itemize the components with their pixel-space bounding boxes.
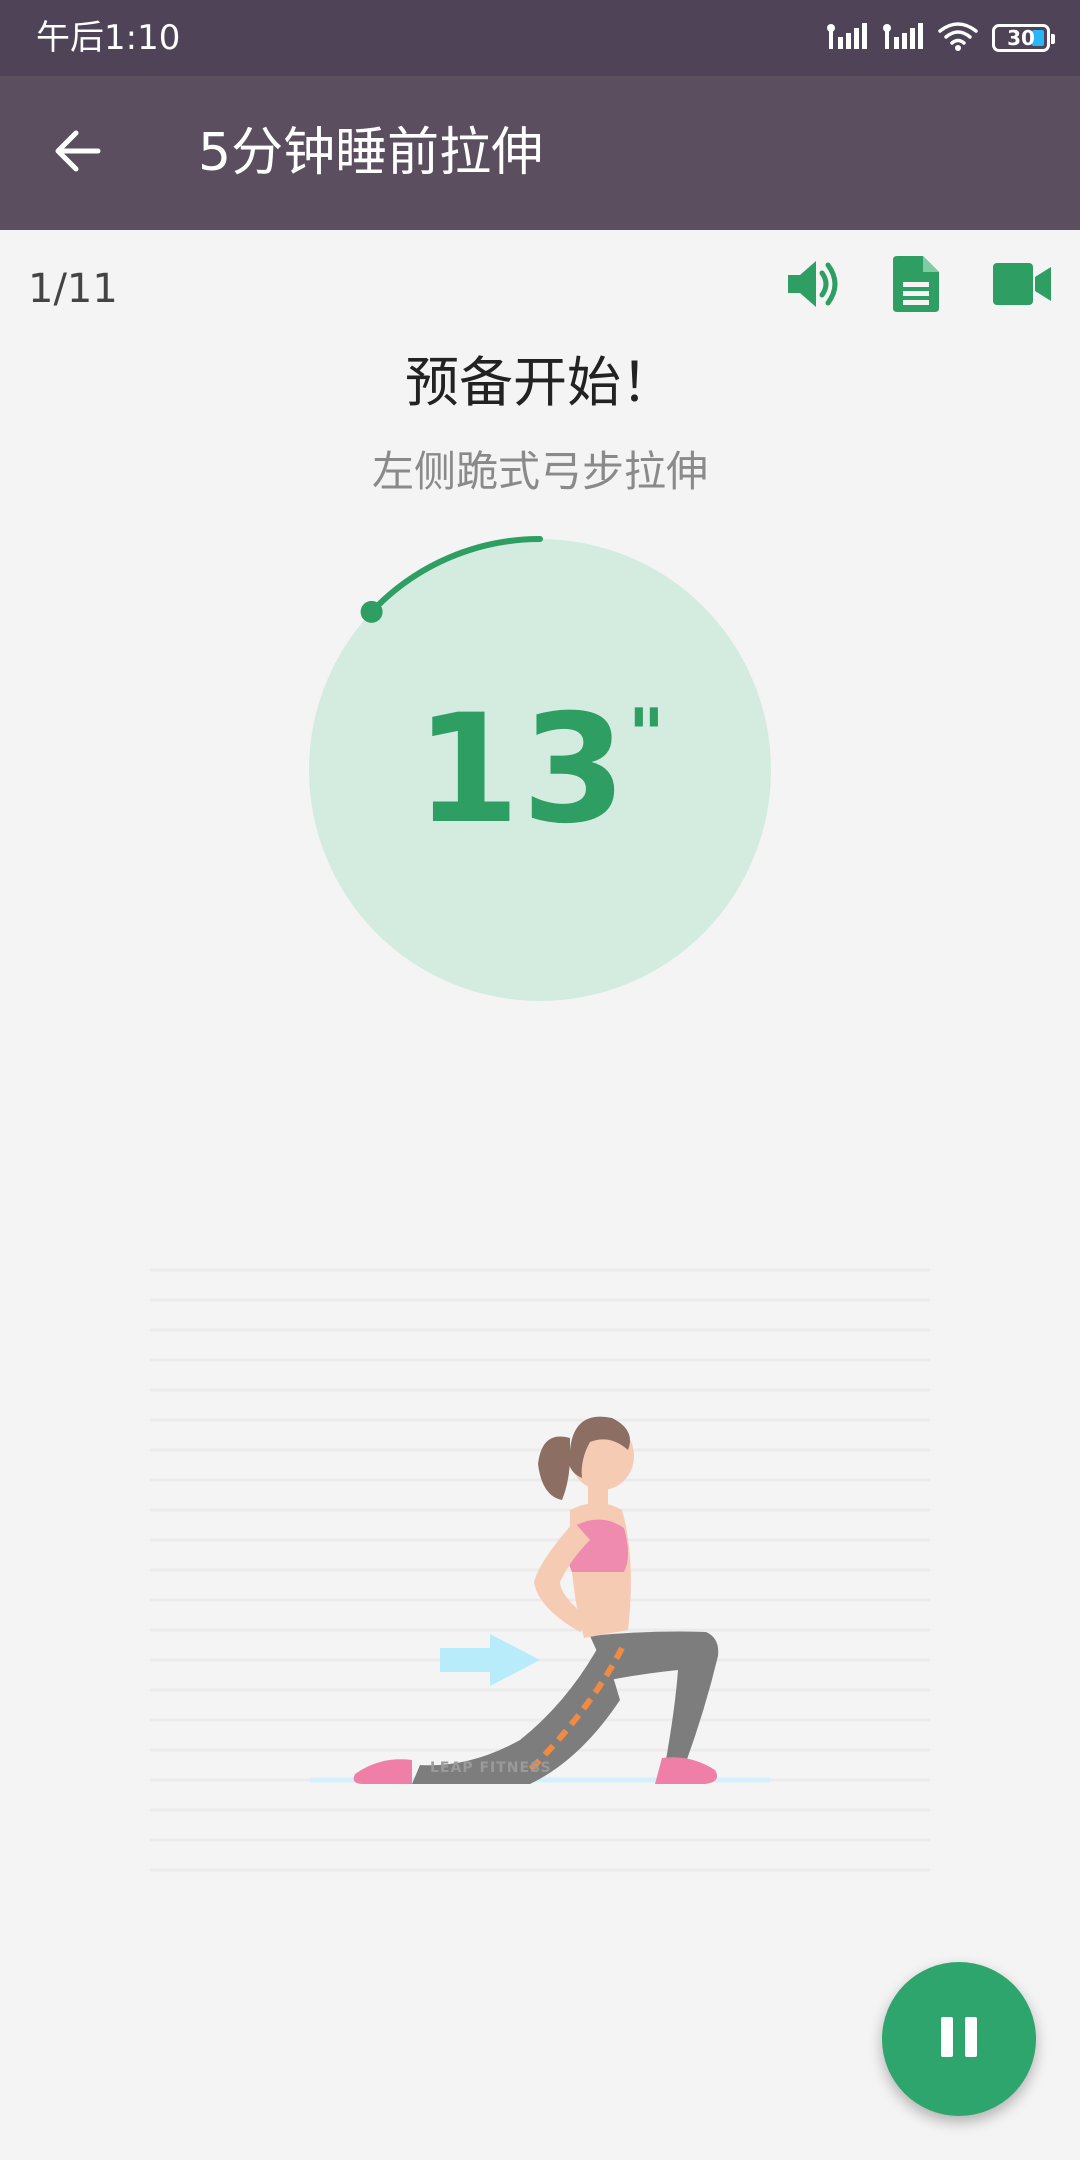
volume-icon bbox=[784, 258, 840, 314]
countdown-unit: " bbox=[628, 694, 665, 776]
direction-arrow-icon bbox=[440, 1634, 540, 1686]
pause-button[interactable] bbox=[882, 1962, 1036, 2116]
countdown-value: 13 bbox=[415, 683, 629, 857]
arrow-left-icon bbox=[52, 129, 102, 177]
app-bar: 5分钟睡前拉伸 bbox=[0, 76, 1080, 230]
exercise-name: 左侧跪式弓步拉伸 bbox=[371, 447, 708, 496]
document-icon bbox=[893, 256, 939, 316]
countdown-timer: 13 " bbox=[300, 530, 780, 1010]
pause-icon bbox=[939, 2015, 979, 2063]
instructions-button[interactable] bbox=[884, 254, 948, 318]
ready-title: 预备开始！ bbox=[405, 351, 675, 414]
back-button[interactable] bbox=[40, 121, 114, 185]
wifi-icon bbox=[938, 21, 978, 55]
countdown-readout: 13 " bbox=[300, 530, 780, 1010]
sound-button[interactable] bbox=[780, 254, 844, 318]
status-time: 午后1:10 bbox=[36, 18, 181, 58]
battery-level: 30 bbox=[1007, 26, 1035, 50]
exercise-illustration: LEAP FITNESS bbox=[150, 1260, 930, 1900]
illustration-watermark: LEAP FITNESS bbox=[430, 1760, 552, 1776]
exercise-progress-counter: 1/11 bbox=[28, 266, 118, 312]
video-button[interactable] bbox=[990, 254, 1054, 318]
page-title: 5分钟睡前拉伸 bbox=[198, 123, 544, 183]
battery-icon: 30 bbox=[992, 24, 1055, 52]
kneeling-lunge-figure bbox=[150, 1268, 930, 1872]
status-bar: 午后1:10 30 bbox=[0, 0, 1080, 76]
signal-icon bbox=[882, 21, 924, 55]
signal-icon bbox=[826, 21, 868, 55]
status-icons: 30 bbox=[826, 18, 1055, 58]
video-camera-icon bbox=[993, 263, 1051, 309]
